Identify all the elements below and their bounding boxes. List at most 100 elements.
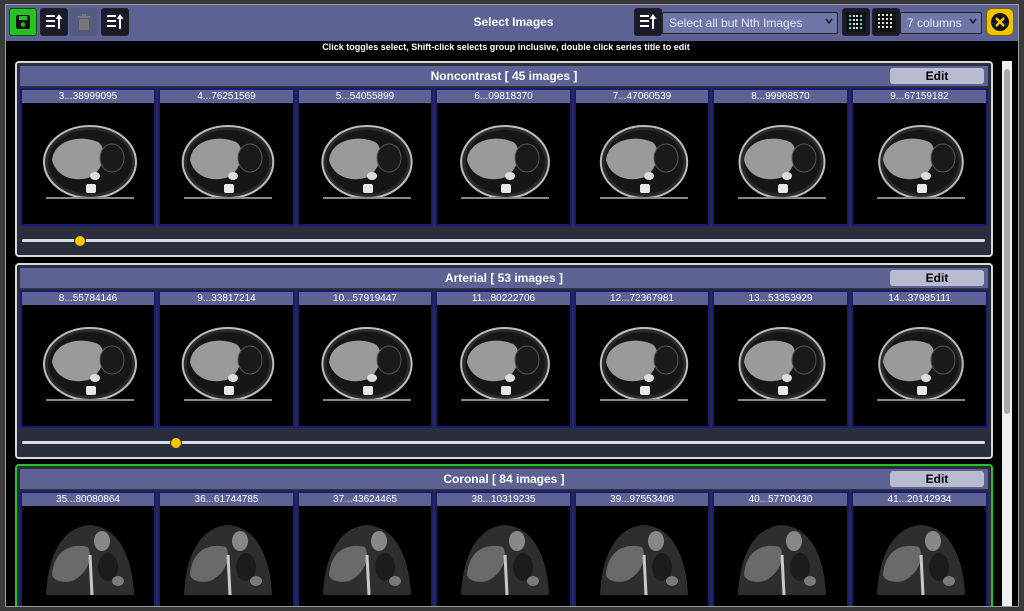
ct-slice-image — [738, 525, 826, 595]
delete-button[interactable] — [70, 8, 98, 36]
image-thumbnail[interactable]: 12...72367981 — [574, 290, 710, 428]
ct-slice-image — [321, 125, 413, 199]
slider-knob[interactable] — [73, 235, 86, 247]
dialog-title: Select Images — [473, 15, 554, 29]
image-thumbnail[interactable]: 8...99968570 — [712, 88, 849, 226]
image-thumbnail[interactable]: 14...37985111 — [851, 290, 988, 428]
image-thumbnail[interactable]: 7...47060539 — [574, 88, 710, 226]
slider-track[interactable] — [22, 441, 985, 444]
ct-slice-image — [877, 125, 965, 199]
ct-slice-image — [738, 125, 826, 199]
series-title[interactable]: Coronal [ 84 images ] — [20, 472, 988, 486]
thumbnail-grid: 3...38999095 4...76251569 5...54055899 6...… — [20, 88, 988, 226]
thumbnail-label: 37...43624465 — [299, 493, 431, 506]
series-header[interactable]: Arterial [ 53 images ] Edit — [20, 268, 988, 289]
image-thumbnail[interactable]: 13...53353929 — [712, 290, 849, 428]
image-thumbnail[interactable]: 4...76251569 — [158, 88, 295, 226]
close-button[interactable] — [986, 8, 1014, 36]
thumbnail-label: 14...37985111 — [853, 292, 986, 305]
vertical-scrollbar[interactable] — [1002, 61, 1012, 606]
sort-icon — [640, 14, 657, 29]
ct-slice-image — [460, 125, 550, 199]
save-icon — [16, 15, 30, 29]
thumbnail-label: 9...33817214 — [160, 292, 293, 305]
ct-slice-image — [321, 327, 413, 401]
ct-slice-image — [877, 327, 965, 401]
series-header[interactable]: Noncontrast [ 45 images ] Edit — [20, 66, 988, 87]
image-thumbnail[interactable]: 38...10319235 — [435, 491, 572, 606]
selection-mode-select[interactable]: Select all but Nth Images — [662, 12, 838, 34]
image-thumbnail[interactable]: 37...43624465 — [297, 491, 433, 606]
toolbar: Select Images Select all but Nth Images — [6, 5, 1018, 41]
thumbnail-label: 8...99968570 — [714, 90, 847, 103]
ct-slice-image — [323, 525, 411, 595]
edit-series-button[interactable]: Edit — [890, 270, 984, 286]
ct-slice-image — [184, 525, 272, 595]
series-header[interactable]: Coronal [ 84 images ] Edit — [20, 469, 988, 490]
columns-select[interactable]: 7 columns — [900, 12, 982, 34]
image-thumbnail[interactable]: 9...67159182 — [851, 88, 988, 226]
series-title[interactable]: Noncontrast [ 45 images ] — [20, 69, 988, 83]
sort-up-button[interactable] — [40, 8, 68, 36]
ct-slice-image — [43, 327, 137, 401]
chevron-down-icon — [825, 18, 833, 25]
slider-track[interactable] — [22, 239, 985, 242]
image-thumbnail[interactable]: 5...54055899 — [297, 88, 433, 226]
slider-knob[interactable] — [170, 437, 183, 449]
thumbnail-label: 13...53353929 — [714, 292, 847, 305]
thumbnail-label: 10...57919447 — [299, 292, 431, 305]
series-panel[interactable]: Arterial [ 53 images ] Edit 8...55784146 9.… — [15, 263, 993, 459]
ct-slice-image — [43, 125, 137, 199]
series-panel[interactable]: Noncontrast [ 45 images ] Edit 3...3899909… — [15, 61, 993, 257]
sort-up-icon — [46, 14, 63, 29]
columns-wide-button[interactable] — [872, 8, 900, 36]
ct-slice-image — [738, 327, 826, 401]
grid-large-icon — [876, 12, 896, 32]
ct-slice-image — [600, 525, 688, 595]
image-thumbnail[interactable]: 3...38999095 — [20, 88, 156, 226]
ct-slice-image — [181, 327, 275, 401]
series-scroll-slider[interactable] — [22, 437, 985, 449]
thumbnail-label: 6...09818370 — [437, 90, 570, 103]
edit-series-button[interactable]: Edit — [890, 68, 984, 84]
image-thumbnail[interactable]: 11...80222706 — [435, 290, 572, 428]
image-thumbnail[interactable]: 36...61744785 — [158, 491, 295, 606]
series-title[interactable]: Arterial [ 53 images ] — [20, 271, 988, 285]
thumbnail-label: 36...61744785 — [160, 493, 293, 506]
image-thumbnail[interactable]: 35...80080864 — [20, 491, 156, 606]
trash-icon — [78, 14, 90, 30]
thumbnail-label: 39...97553408 — [576, 493, 708, 506]
thumbnail-grid: 35...80080864 36...61744785 37...43624465 3… — [20, 491, 988, 606]
thumbnail-label: 38...10319235 — [437, 493, 570, 506]
image-thumbnail[interactable]: 41...20142934 — [851, 491, 988, 606]
ct-slice-image — [461, 525, 549, 595]
thumbnail-label: 4...76251569 — [160, 90, 293, 103]
thumbnail-label: 3...38999095 — [22, 90, 154, 103]
ct-slice-image — [46, 525, 134, 595]
thumbnail-grid: 8...55784146 9...33817214 10...57919447 11.… — [20, 290, 988, 428]
image-thumbnail[interactable]: 10...57919447 — [297, 290, 433, 428]
series-scroll-slider[interactable] — [22, 235, 985, 247]
ct-slice-image — [877, 525, 965, 595]
series-panel[interactable]: Coronal [ 84 images ] Edit 35...80080864 36… — [15, 464, 993, 606]
image-thumbnail[interactable]: 8...55784146 — [20, 290, 156, 428]
columns-narrow-button[interactable] — [842, 8, 870, 36]
image-thumbnail[interactable]: 39...97553408 — [574, 491, 710, 606]
thumbnail-label: 8...55784146 — [22, 292, 154, 305]
sort-down-button[interactable] — [101, 8, 129, 36]
image-thumbnail[interactable]: 6...09818370 — [435, 88, 572, 226]
save-button[interactable] — [9, 8, 37, 36]
scrollbar-thumb[interactable] — [1004, 69, 1010, 414]
ct-slice-image — [460, 327, 550, 401]
sort-options-button[interactable] — [634, 8, 662, 36]
image-thumbnail[interactable]: 40...57700430 — [712, 491, 849, 606]
ct-slice-image — [599, 327, 689, 401]
edit-series-button[interactable]: Edit — [890, 471, 984, 487]
chevron-down-icon — [969, 18, 977, 25]
close-icon — [991, 13, 1009, 31]
image-thumbnail[interactable]: 9...33817214 — [158, 290, 295, 428]
thumbnail-label: 9...67159182 — [853, 90, 986, 103]
thumbnail-label: 35...80080864 — [22, 493, 154, 506]
ct-slice-image — [599, 125, 689, 199]
thumbnail-label: 12...72367981 — [576, 292, 708, 305]
